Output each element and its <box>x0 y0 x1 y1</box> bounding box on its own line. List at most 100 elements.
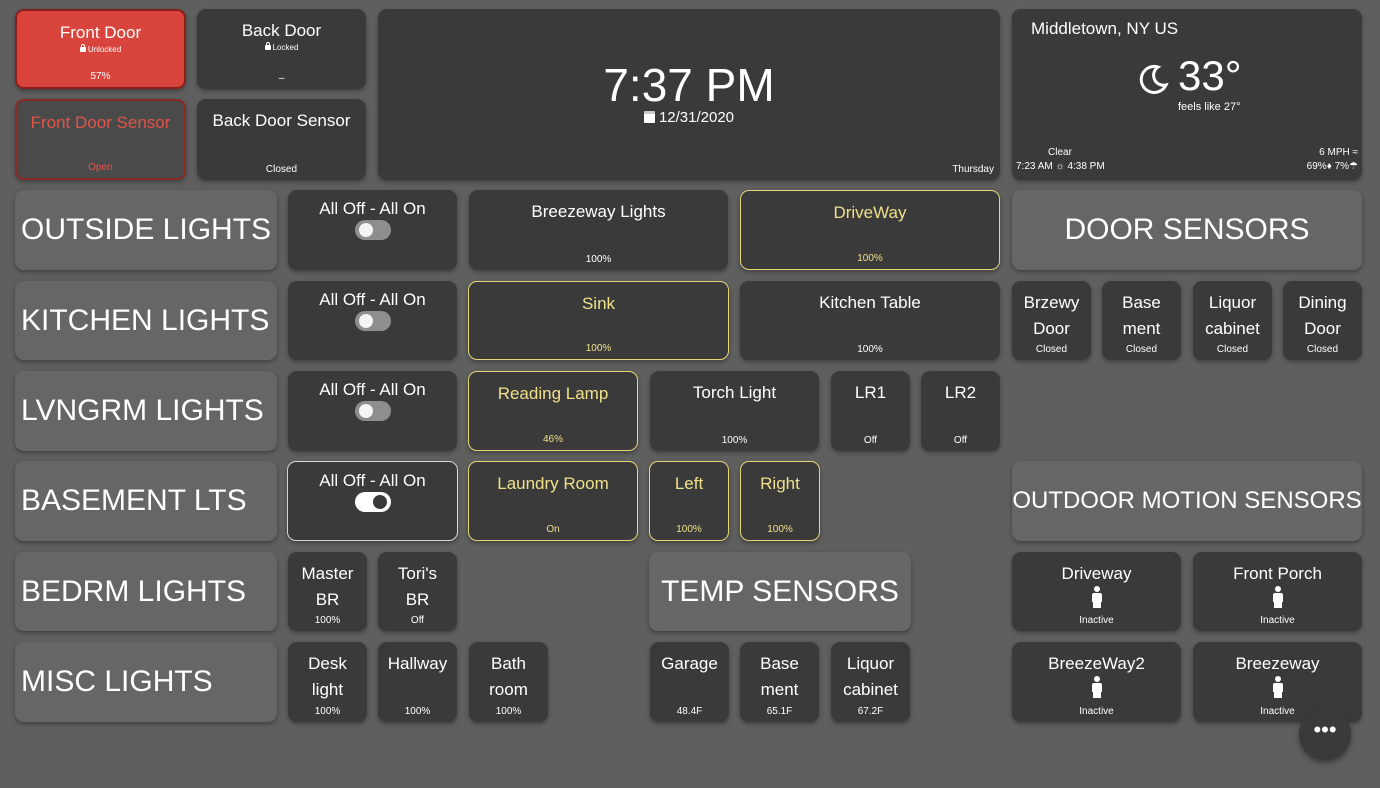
torch-light-tile[interactable]: Torch Light 100% <box>650 371 819 451</box>
outside-toggle-all[interactable]: All Off - All On <box>288 190 457 270</box>
liquor-cabinet-temp-tile[interactable]: Liquor cabinet 67.2F <box>831 642 910 722</box>
weather-tile[interactable]: Middletown, NY US 33° feels like 27° Cle… <box>1012 9 1362 180</box>
toggle-label: All Off - All On <box>319 380 426 399</box>
breezeway2-motion-tile[interactable]: BreezeWay2 Inactive <box>1012 642 1181 722</box>
misc-lights-title: MISC LIGHTS <box>21 665 213 698</box>
lvngrm-toggle-all[interactable]: All Off - All On <box>288 371 457 451</box>
toggle-switch[interactable] <box>354 220 391 240</box>
tile-label: ment <box>760 680 799 699</box>
brzewy-door-sensor-tile[interactable]: Brzewy Door Closed <box>1012 281 1091 360</box>
tile-label: Left <box>674 474 704 493</box>
basement-door-sensor-tile[interactable]: Base ment Closed <box>1102 281 1181 360</box>
toggle-label: All Off - All On <box>319 471 426 490</box>
left-light-tile[interactable]: Left 100% <box>649 461 729 541</box>
hallway-light-tile[interactable]: Hallway 100% <box>378 642 457 722</box>
kitchen-toggle-all[interactable]: All Off - All On <box>288 281 457 360</box>
garage-temp-tile[interactable]: Garage 48.4F <box>650 642 729 722</box>
right-light-tile[interactable]: Right 100% <box>740 461 820 541</box>
front-door-sensor-tile[interactable]: Front Door Sensor Open <box>15 99 186 180</box>
tile-status: Off <box>410 615 425 626</box>
tile-status: Closed <box>1125 344 1158 355</box>
back-door-sensor-label: Back Door Sensor <box>212 111 351 130</box>
kitchen-lights-title: KITCHEN LIGHTS <box>21 303 270 337</box>
tile-label: ment <box>1122 319 1161 338</box>
toggle-label: All Off - All On <box>319 290 426 309</box>
person-icon <box>1091 676 1103 698</box>
bathroom-light-tile[interactable]: Bath room 100% <box>469 642 548 722</box>
unlock-icon <box>79 44 86 52</box>
tile-label: Liquor <box>1208 293 1257 312</box>
toggle-switch[interactable] <box>354 401 391 421</box>
more-options-button[interactable]: ••• <box>1299 708 1351 760</box>
back-door-lock-state: Locked <box>272 43 299 52</box>
tile-status: Closed <box>1216 344 1249 355</box>
toggle-switch[interactable] <box>354 311 391 331</box>
basement-temp-tile[interactable]: Base ment 65.1F <box>740 642 819 722</box>
tile-status: 48.4F <box>676 706 703 717</box>
tile-label: Torch Light <box>692 383 777 402</box>
liquor-cabinet-sensor-tile[interactable]: Liquor cabinet Closed <box>1193 281 1272 360</box>
back-door-lock-tile[interactable]: Back Door Locked – <box>197 9 366 89</box>
sink-light-tile[interactable]: Sink 100% <box>468 281 729 360</box>
tile-status: Closed <box>1306 344 1339 355</box>
front-door-status: 57% <box>90 71 111 82</box>
back-door-label: Back Door <box>241 21 322 40</box>
front-porch-motion-tile[interactable]: Front Porch Inactive <box>1193 552 1362 631</box>
tile-status: On <box>546 524 560 535</box>
tile-label: DriveWay <box>833 203 907 222</box>
basement-lights-title: BASEMENT LTS <box>21 484 247 517</box>
tile-label: Garage <box>661 654 718 673</box>
temp-sensors-header: TEMP SENSORS <box>649 552 911 631</box>
door-sensors-header: DOOR SENSORS <box>1012 190 1362 270</box>
master-br-light-tile[interactable]: Master BR 100% <box>288 552 367 631</box>
tile-status: 100% <box>314 615 341 626</box>
tile-label: Desk <box>308 654 347 673</box>
laundry-room-light-tile[interactable]: Laundry Room On <box>468 461 638 541</box>
dining-door-sensor-tile[interactable]: Dining Door Closed <box>1283 281 1362 360</box>
tile-status: Closed <box>1035 344 1068 355</box>
driveway-light-tile[interactable]: DriveWay 100% <box>740 190 1000 270</box>
breezeway-lights-tile[interactable]: Breezeway Lights 100% <box>469 190 728 270</box>
tile-label: light <box>311 680 344 699</box>
tile-label: Brzewy <box>1023 293 1080 312</box>
tile-status: 65.1F <box>766 706 793 717</box>
door-sensors-title: DOOR SENSORS <box>1064 213 1310 246</box>
tile-label: Breezeway <box>1235 654 1320 673</box>
tile-label: Breezeway Lights <box>531 202 666 221</box>
tile-label: Tori's <box>397 564 438 583</box>
tile-status: 100% <box>585 254 612 265</box>
outside-lights-header: OUTSIDE LIGHTS <box>15 190 277 270</box>
kitchen-table-light-tile[interactable]: Kitchen Table 100% <box>740 281 1000 360</box>
driveway-motion-tile[interactable]: Driveway Inactive <box>1012 552 1181 631</box>
weather-temperature: 33° <box>1178 52 1242 99</box>
tile-status: 100% <box>857 344 883 355</box>
outside-lights-title: OUTSIDE LIGHTS <box>21 213 272 246</box>
tile-label: Bath <box>491 654 526 673</box>
person-icon <box>1272 586 1284 608</box>
tile-label: Master <box>301 564 354 583</box>
tile-label: room <box>489 680 528 699</box>
toris-br-light-tile[interactable]: Tori's BR Off <box>378 552 457 631</box>
reading-lamp-tile[interactable]: Reading Lamp 46% <box>468 371 638 451</box>
tile-label: Reading Lamp <box>497 384 609 403</box>
clock-tile[interactable]: 7:37 PM 12/31/2020 Thursday <box>378 9 1000 180</box>
tile-status: Inactive <box>1260 615 1295 626</box>
basement-toggle-all[interactable]: All Off - All On <box>287 461 458 541</box>
toggle-switch[interactable] <box>354 492 391 512</box>
more-horizontal-icon: ••• <box>1313 717 1337 742</box>
tile-label: BR <box>315 590 340 609</box>
lr1-light-tile[interactable]: LR1 Off <box>831 371 910 451</box>
misc-lights-header: MISC LIGHTS <box>15 642 277 722</box>
tile-label: Base <box>760 654 799 673</box>
desk-light-tile[interactable]: Desk light 100% <box>288 642 367 722</box>
front-door-lock-tile[interactable]: Front Door Unlocked 57% <box>15 9 186 89</box>
lr2-light-tile[interactable]: LR2 Off <box>921 371 1000 451</box>
back-door-sensor-tile[interactable]: Back Door Sensor Closed <box>197 99 366 180</box>
tile-status: 100% <box>404 706 431 717</box>
person-icon <box>1091 586 1103 608</box>
front-door-sensor-status: Open <box>88 162 113 173</box>
tile-label: Liquor <box>846 654 895 673</box>
tile-label: BreezeWay2 <box>1048 654 1145 673</box>
tile-status: 100% <box>585 343 612 354</box>
bedrm-lights-title: BEDRM LIGHTS <box>21 574 247 608</box>
